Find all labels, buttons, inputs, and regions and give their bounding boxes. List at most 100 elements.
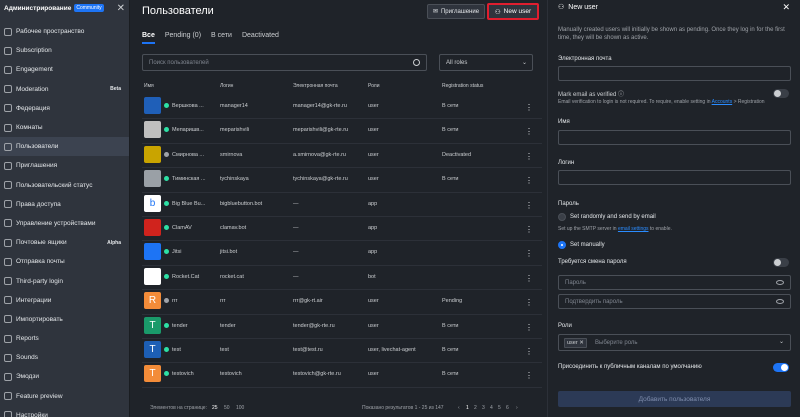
column-name[interactable]: Имя [144,83,154,89]
sidebar-item-3[interactable]: Moderation Beta [0,80,129,99]
sidebar-item-17[interactable]: Sounds [0,348,129,367]
table-row[interactable]: Ttest test test@test.ru user, livechat-agen… [142,339,542,364]
join-default-toggle[interactable] [773,363,789,372]
table-row[interactable]: Ttestovich testovich testovich@gk-rte.ru us… [142,363,542,388]
page-6[interactable]: 6 [506,405,509,411]
remove-chip-icon[interactable]: ✕ [579,340,584,346]
sidebar-item-label: Рабочее пространство [16,28,85,36]
page-5[interactable]: 5 [498,405,501,411]
next-page-icon[interactable]: › [516,405,518,411]
sidebar-item-0[interactable]: Рабочее пространство [0,22,129,41]
sidebar-item-8[interactable]: Пользовательский статус [0,176,129,195]
sidebar-item-5[interactable]: Комнаты [0,118,129,137]
login-field[interactable] [558,170,791,185]
tab-deactivated[interactable]: Deactivated [242,32,279,44]
new-user-button[interactable]: ⚇ New user [487,3,539,20]
table-row[interactable]: Jitsi jitsi.bot — app ⋮ [142,241,542,266]
kebab-menu-icon[interactable]: ⋮ [525,201,533,210]
sidebar-item-9[interactable]: Права доступа [0,195,129,214]
close-icon[interactable]: ✕ [117,3,125,14]
sidebar-item-6[interactable]: Пользователи [0,137,129,157]
page-size-100[interactable]: 100 [236,405,244,411]
set-random-radio[interactable] [558,213,566,221]
sidebar-item-2[interactable]: Engagement [0,60,129,79]
cell-login: test [220,346,229,353]
roles-multiselect[interactable]: user ✕ Выберите роль ⌄ [558,334,791,351]
confirm-password-field[interactable]: Подтвердить пароль [558,294,791,309]
cell-roles: user [368,298,379,305]
avatar: T [144,365,161,383]
page-4[interactable]: 4 [490,405,493,411]
roles-select[interactable]: All roles ⌄ [439,54,533,71]
set-manually-radio[interactable] [558,241,566,249]
table-row[interactable]: Тиминская ... tychinskaya tychinskaya@gk-r… [142,168,542,193]
sidebar-item-20[interactable]: Настройки [0,406,129,417]
page-1[interactable]: 1 [466,405,469,411]
column-email[interactable]: Электронная почта [293,83,338,89]
sidebar-item-label: Отправка почты [16,258,65,266]
sidebar-item-16[interactable]: Reports [0,329,129,348]
role-chip[interactable]: user ✕ [564,338,587,348]
add-user-button[interactable]: Добавить пользователя [558,391,791,407]
sidebar-item-19[interactable]: Feature preview [0,387,129,406]
sidebar-item-11[interactable]: Почтовые ящики Alpha [0,233,129,252]
invite-button[interactable]: ✉ Приглашение [427,4,485,19]
kebab-menu-icon[interactable]: ⋮ [525,298,533,307]
table-row[interactable]: Мепаришв... meparishvili meparishvili@gk-r… [142,119,542,144]
table-row[interactable]: Rocket.Cat rocket.cat — bot ⋮ [142,266,542,291]
page-2[interactable]: 2 [474,405,477,411]
smtp-note: Set up the SMTP server in email settings… [558,226,672,232]
require-change-toggle[interactable] [773,258,789,267]
sidebar-item-14[interactable]: Интеграции [0,291,129,310]
kebab-menu-icon[interactable]: ⋮ [525,371,533,380]
column-login[interactable]: Логин [220,83,233,89]
page-size-50[interactable]: 50 [224,405,230,411]
name-field[interactable] [558,130,791,145]
sidebar-item-4[interactable]: Федерация [0,99,129,118]
admin-app: Администрирование Community ✕ Рабочее пр… [0,0,800,417]
tab-all[interactable]: Все [142,32,155,44]
kebab-menu-icon[interactable]: ⋮ [525,249,533,258]
table-row[interactable]: Ttender tender tender@gk-rte.ru user В сети ⋮ [142,315,542,339]
tab-online[interactable]: В сети [211,32,232,44]
sidebar-item-10[interactable]: Управление устройствами [0,214,129,233]
avatar: R [144,292,161,310]
status-dot [164,298,169,304]
kebab-menu-icon[interactable]: ⋮ [525,274,533,283]
sidebar-item-15[interactable]: Импортировать [0,310,129,329]
table-row[interactable]: b Big Blue Bu... bigbluebutton.bot — app ⋮ [142,193,542,217]
kebab-menu-icon[interactable]: ⋮ [525,225,533,234]
close-panel-icon[interactable]: ✕ [782,2,790,13]
column-roles[interactable]: Роли [368,83,380,89]
email-field[interactable] [558,66,791,81]
page-3[interactable]: 3 [482,405,485,411]
table-header: Имя Логин Электронная почта Роли Registr… [142,83,542,93]
sidebar-item-12[interactable]: Отправка почты [0,252,129,271]
verified-toggle[interactable] [773,89,789,98]
kebab-menu-icon[interactable]: ⋮ [525,103,533,112]
sidebar-item-1[interactable]: Subscription [0,41,129,60]
eye-off-icon[interactable] [776,280,784,285]
table-row[interactable]: Rrrr rrr rrr@gk-rt.air user Pending ⋮ [142,290,542,315]
eye-off-icon[interactable] [776,299,784,304]
tab-pending[interactable]: Pending (0) [165,32,201,44]
kebab-menu-icon[interactable]: ⋮ [525,323,533,332]
accounts-link[interactable]: Accounts [712,99,733,105]
cell-email: — [293,249,299,256]
sidebar-item-7[interactable]: Приглашения [0,156,129,175]
sidebar-item-13[interactable]: Third-party login [0,271,129,290]
search-input[interactable]: Поиск пользователей [142,54,427,71]
prev-page-icon[interactable]: ‹ [458,405,460,411]
email-settings-link[interactable]: email settings [618,226,649,232]
kebab-menu-icon[interactable]: ⋮ [525,176,533,185]
page-size-25[interactable]: 25 [212,405,218,411]
kebab-menu-icon[interactable]: ⋮ [525,347,533,356]
column-status[interactable]: Registration status [442,83,483,89]
password-field[interactable]: Пароль [558,275,791,290]
kebab-menu-icon[interactable]: ⋮ [525,152,533,161]
kebab-menu-icon[interactable]: ⋮ [525,127,533,136]
table-row[interactable]: Смирнова ... smirnova a.smirnova@gk-rte.ru… [142,144,542,169]
sidebar-item-18[interactable]: Эмодзи [0,367,129,386]
table-row[interactable]: Вершкова ... manager14 manager14@gk-rte.ru… [142,95,542,120]
table-row[interactable]: ClamAV clamav.bot — app ⋮ [142,217,542,242]
